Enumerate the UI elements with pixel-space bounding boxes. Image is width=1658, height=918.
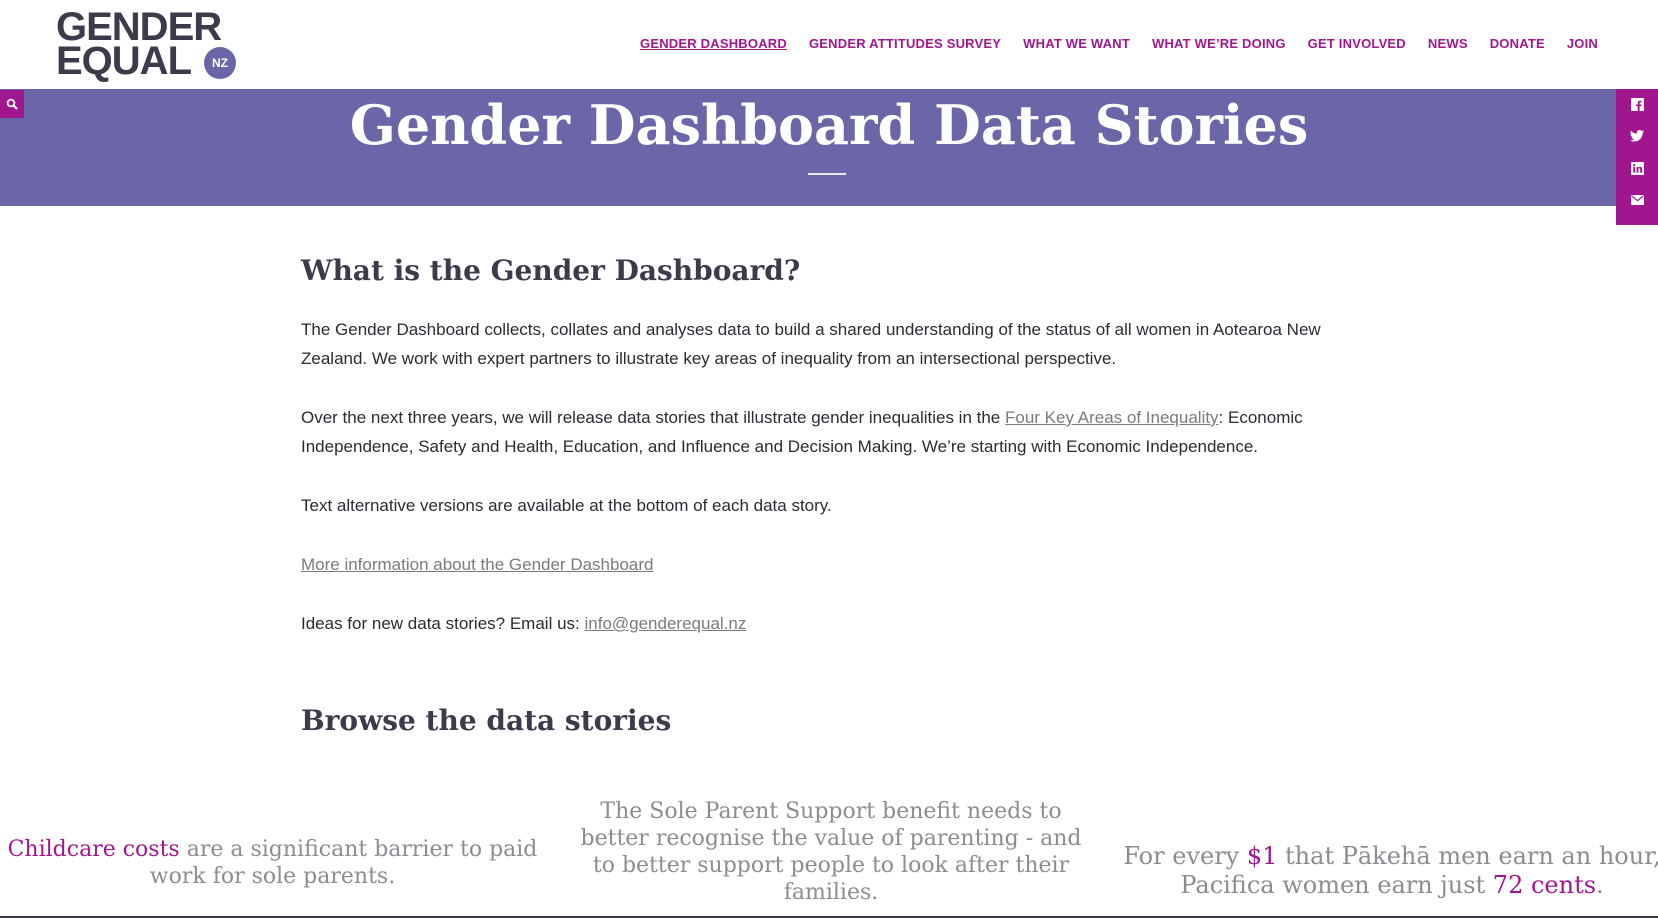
search-button[interactable] (0, 90, 24, 118)
section-heading-what-is: What is the Gender Dashboard? (301, 254, 801, 287)
main-content: What is the Gender Dashboard? The Gender… (301, 254, 1361, 737)
intro-paragraph: The Gender Dashboard collects, collates … (301, 320, 1321, 368)
page-banner: Gender Dashboard Data Stories (0, 89, 1658, 206)
release-paragraph: Over the next three years, we will relea… (301, 403, 1361, 461)
email-icon (1630, 195, 1644, 205)
logo-nz-badge: NZ (204, 47, 236, 79)
title-divider (808, 173, 846, 175)
more-info-link[interactable]: More information about the Gender Dashbo… (301, 555, 653, 574)
facebook-icon (1630, 97, 1644, 111)
nav-gender-attitudes-survey[interactable]: GENDER ATTITUDES SURVEY (809, 36, 1001, 51)
nav-join[interactable]: JOIN (1567, 36, 1598, 51)
nav-gender-dashboard[interactable]: GENDER DASHBOARD (640, 36, 787, 51)
site-logo[interactable]: GENDER EQUAL NZ (56, 7, 236, 81)
nav-what-we-want[interactable]: WHAT WE WANT (1023, 36, 1130, 51)
search-icon (6, 98, 18, 110)
nav-get-involved[interactable]: GET INVOLVED (1308, 36, 1406, 51)
story-card-childcare[interactable]: Childcare costs are a significant barrie… (0, 836, 545, 890)
story2-text: The Sole Parent Support benefit needs to… (580, 799, 1082, 905)
social-share-bar (1616, 89, 1658, 225)
story1-text: are a significant barrier to paid work f… (149, 837, 538, 889)
text-alternative-note: Text alternative versions are available … (301, 496, 832, 515)
four-key-areas-link[interactable]: Four Key Areas of Inequality (1005, 408, 1219, 427)
email-link[interactable]: info@genderequal.nz (584, 614, 746, 633)
story-card-sole-parent[interactable]: The Sole Parent Support benefit needs to… (580, 798, 1082, 906)
story3-text-c: . (1596, 871, 1604, 899)
release-text-pre: Over the next three years, we will relea… (301, 408, 1005, 427)
story3-highlight-dollar: $1 (1246, 842, 1278, 870)
linkedin-icon (1630, 161, 1644, 175)
story3-text-a: For every (1123, 842, 1247, 870)
site-header: GENDER EQUAL NZ GENDER DASHBOARD GENDER … (0, 0, 1658, 89)
story1-highlight: Childcare costs (7, 837, 180, 862)
twitter-icon (1630, 130, 1644, 142)
facebook-share-button[interactable] (1630, 97, 1644, 111)
nav-donate[interactable]: DONATE (1490, 36, 1545, 51)
story3-highlight-cents: 72 cents (1492, 871, 1597, 899)
section-heading-browse: Browse the data stories (301, 704, 672, 737)
twitter-share-button[interactable] (1630, 129, 1644, 143)
ideas-paragraph: Ideas for new data stories? Email us: in… (301, 609, 1361, 638)
nav-what-were-doing[interactable]: WHAT WE’RE DOING (1152, 36, 1286, 51)
page-title: Gender Dashboard Data Stories (349, 93, 1309, 157)
linkedin-share-button[interactable] (1630, 161, 1644, 175)
main-nav: GENDER DASHBOARD GENDER ATTITUDES SURVEY… (618, 36, 1598, 51)
nav-news[interactable]: NEWS (1428, 36, 1468, 51)
story-card-pay-gap[interactable]: For every $1 that Pākehā men earn an hou… (1120, 842, 1658, 900)
email-share-button[interactable] (1630, 193, 1644, 207)
more-info-paragraph: More information about the Gender Dashbo… (301, 550, 1361, 579)
ideas-text: Ideas for new data stories? Email us: (301, 614, 585, 633)
